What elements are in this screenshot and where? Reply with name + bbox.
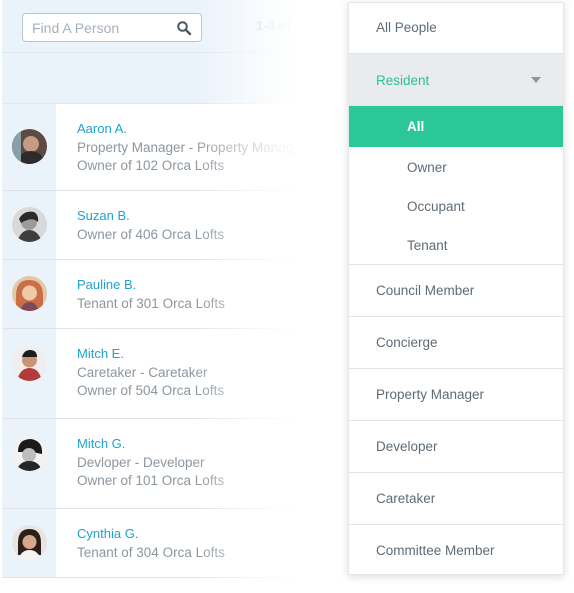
menu-item-label: Council Member <box>376 283 475 298</box>
menu-subitem-all[interactable]: All <box>349 106 563 147</box>
person-unit: Tenant of 304 Orca Lofts <box>77 545 225 560</box>
menu-item-label: Committee Member <box>376 543 495 558</box>
person-name[interactable]: Mitch G. <box>77 436 125 451</box>
filter-dropdown-menu: All People Resident All Owner Occupant T… <box>348 2 564 575</box>
avatar <box>12 346 47 381</box>
person-role: Caretaker - Caretaker <box>77 365 208 380</box>
person-row[interactable]: Mitch G. Devloper - Developer Owner of 1… <box>2 419 298 509</box>
menu-item-label: Property Manager <box>376 387 485 402</box>
person-name[interactable]: Pauline B. <box>77 277 136 292</box>
pagination-count: 1-4 of <box>256 18 291 33</box>
menu-item-caretaker[interactable]: Caretaker <box>349 473 563 525</box>
person-unit: Owner of 102 Orca Lofts <box>77 158 225 173</box>
person-unit: Owner of 101 Orca Lofts <box>77 473 225 488</box>
person-row[interactable]: Mitch E. Caretaker - Caretaker Owner of … <box>2 329 298 419</box>
menu-item-label: Tenant <box>407 238 448 253</box>
caret-down-icon <box>531 77 541 83</box>
person-row[interactable]: Pauline B. Tenant of 301 Orca Lofts <box>2 260 298 329</box>
menu-subitem-tenant[interactable]: Tenant <box>349 225 563 265</box>
menu-item-label: Occupant <box>407 199 465 214</box>
person-unit: Owner of 504 Orca Lofts <box>77 383 225 398</box>
menu-item-label: Caretaker <box>376 491 436 506</box>
avatar <box>12 129 47 164</box>
menu-item-label: Concierge <box>376 335 438 350</box>
menu-subitem-occupant[interactable]: Occupant <box>349 186 563 225</box>
menu-item-council-member[interactable]: Council Member <box>349 265 563 317</box>
person-role: Devloper - Developer <box>77 455 205 470</box>
person-name[interactable]: Suzan B. <box>77 208 130 223</box>
person-name[interactable]: Cynthia G. <box>77 526 138 541</box>
person-unit: Owner of 406 Orca Lofts <box>77 227 225 242</box>
menu-item-label: Owner <box>407 160 447 175</box>
person-unit: Tenant of 301 Orca Lofts <box>77 296 225 311</box>
search-input[interactable] <box>32 19 172 37</box>
people-list-panel: 1-4 of Aaron A. Property Manager - Prope… <box>2 0 298 578</box>
avatar <box>12 207 47 242</box>
menu-subitem-owner[interactable]: Owner <box>349 147 563 186</box>
person-name[interactable]: Mitch E. <box>77 346 124 361</box>
avatar <box>12 525 47 560</box>
list-header: 1-4 of <box>2 0 298 104</box>
menu-item-label: Resident <box>376 73 430 88</box>
menu-item-property-manager[interactable]: Property Manager <box>349 369 563 421</box>
person-row[interactable]: Aaron A. Property Manager - Property Man… <box>2 104 298 191</box>
person-row[interactable]: Suzan B. Owner of 406 Orca Lofts <box>2 191 298 260</box>
person-row[interactable]: Cynthia G. Tenant of 304 Orca Lofts <box>2 509 298 578</box>
person-role: Property Manager - Property Manag <box>77 140 294 155</box>
person-name[interactable]: Aaron A. <box>77 121 127 136</box>
menu-item-concierge[interactable]: Concierge <box>349 317 563 369</box>
menu-item-developer[interactable]: Developer <box>349 421 563 473</box>
search-icon[interactable] <box>176 20 192 36</box>
menu-item-label: Developer <box>376 439 438 454</box>
avatar <box>12 436 47 471</box>
menu-item-committee-member[interactable]: Committee Member <box>349 525 563 574</box>
menu-item-label: All People <box>376 20 437 35</box>
avatar <box>12 276 47 311</box>
menu-item-label: All <box>407 119 425 134</box>
menu-item-all-people[interactable]: All People <box>349 3 563 54</box>
menu-item-resident[interactable]: Resident <box>349 54 563 106</box>
header-divider <box>2 52 298 53</box>
search-box[interactable] <box>22 13 202 42</box>
